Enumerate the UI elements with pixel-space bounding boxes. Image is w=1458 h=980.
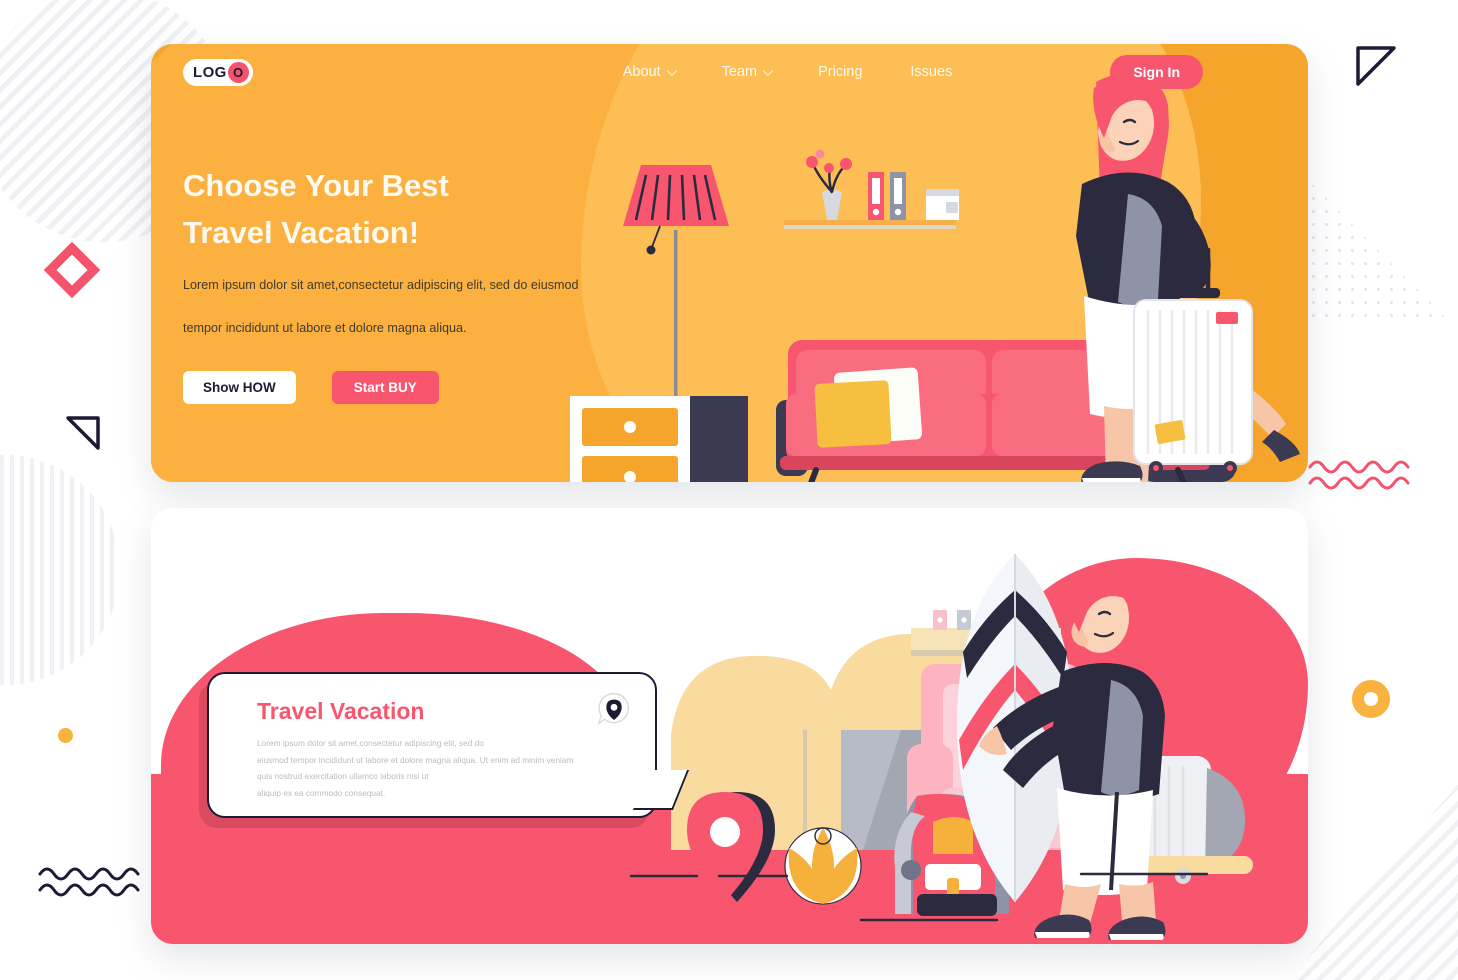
striped-square-bottom-right-decoration [1288, 750, 1458, 980]
card-text-line-3: quis nostrud exercitation ullamco labori… [257, 771, 429, 782]
nav-item-issues-label: Issues [910, 64, 953, 80]
page-root: LOG O About Team Pricing Issues Sign In … [0, 0, 1458, 980]
hero-title-line-2: Travel Vacation! [183, 215, 420, 251]
navy-wavy-lines-decoration [38, 867, 140, 897]
nav-item-issues[interactable]: Issues [910, 64, 952, 80]
travel-vacation-card: Travel Vacation Lorem ipsum dolor sit am… [207, 672, 690, 818]
hero-illustration [570, 73, 1300, 482]
card-title: Travel Vacation [257, 698, 425, 724]
card-text-line-1: Lorem ipsum dolor sit amet,consectetur a… [257, 738, 484, 748]
second-illustration [629, 554, 1253, 940]
chevron-down-icon [666, 65, 677, 76]
nav-links: About Team Pricing Issues [623, 64, 953, 80]
orange-dot-decoration [58, 728, 73, 743]
storage-box [926, 189, 959, 220]
hero-subtitle-line-1: Lorem ipsum dolor sit amet,consectetur a… [183, 278, 579, 293]
triangle-outline-top-right-decoration [1356, 46, 1396, 86]
card-text-line-2: eiusmod tempor incididunt ut labore et d… [257, 754, 574, 765]
logo-badge-icon: O [227, 61, 249, 83]
hero-button-group: Show HOW Start BUY [183, 371, 613, 405]
vase-with-flowers [806, 149, 852, 220]
nightstand [570, 396, 690, 482]
floor-lamp [623, 165, 729, 430]
logo-text: LOG [193, 63, 227, 81]
start-buy-button[interactable]: Start BUY [331, 371, 439, 405]
nav-item-team-label: Team [721, 64, 758, 80]
nav-item-about-label: About [622, 64, 661, 80]
pink-wavy-lines-decoration [1308, 460, 1410, 490]
card-text-line-4: aliquip ex ea commodo consequat. [257, 787, 386, 798]
orange-ring-decoration [1352, 680, 1390, 718]
hero-title-line-1: Choose Your Best [183, 168, 449, 203]
second-banner: Travel Vacation Lorem ipsum dolor sit am… [151, 508, 1308, 944]
hero-banner: LOG O About Team Pricing Issues Sign In … [151, 44, 1308, 482]
hero-navbar: LOG O About Team Pricing Issues Sign In [151, 44, 1308, 100]
map-pin-marker [687, 792, 775, 902]
logo[interactable]: LOG O [183, 58, 253, 86]
nav-item-team[interactable]: Team [721, 64, 773, 80]
books [868, 172, 906, 220]
nav-item-about[interactable]: About [622, 64, 677, 80]
map-pin-bubble-icon [597, 693, 630, 726]
diamond-outline-decoration [43, 241, 101, 299]
chevron-down-icon [763, 65, 773, 76]
wall-shelf [784, 149, 959, 229]
sign-in-button[interactable]: Sign In [1110, 55, 1203, 89]
hero-subtitle-line-2: tempor incididunt ut labore et dolore ma… [183, 320, 467, 335]
beach-ball [784, 827, 862, 905]
nav-item-pricing[interactable]: Pricing [818, 64, 862, 80]
show-how-button[interactable]: Show HOW [183, 371, 296, 405]
triangle-outline-left-decoration [66, 416, 100, 450]
striped-circle-left-decoration [0, 455, 120, 685]
nav-item-pricing-label: Pricing [818, 64, 863, 80]
hero-copy: Choose Your Best Travel Vacation! Lorem … [183, 162, 613, 405]
wall-shadow [690, 396, 748, 482]
